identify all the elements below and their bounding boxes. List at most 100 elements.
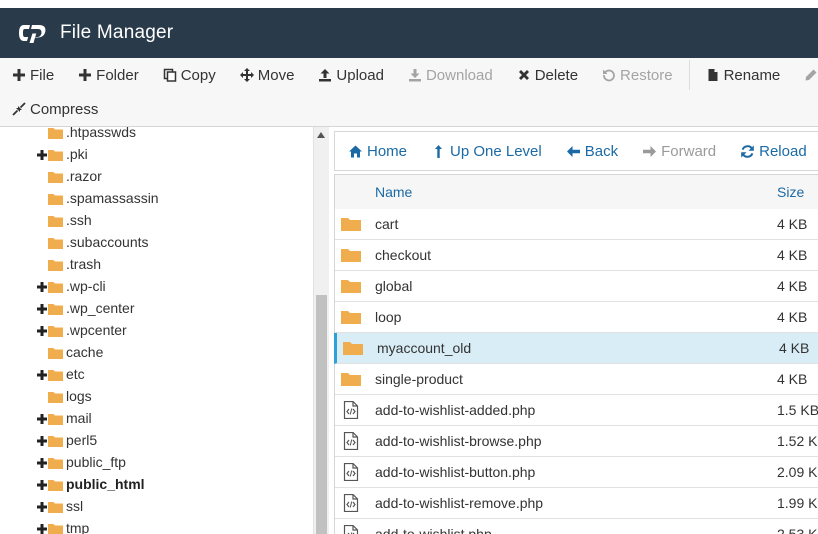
file-name[interactable]: global — [375, 271, 412, 301]
file-table: Name Size cart 4 KB checkout 4 KB global 4 KB… — [334, 174, 818, 534]
forward-label: Forward — [661, 142, 717, 160]
file-name[interactable]: add-to-wishlist-button.php — [375, 457, 535, 487]
download-button[interactable]: Download — [396, 58, 505, 92]
tree-item[interactable]: public_ftp — [36, 451, 126, 473]
tree-item[interactable]: .trash — [48, 253, 101, 275]
file-size: 4 KB — [777, 247, 808, 263]
tree-item[interactable]: public_html — [36, 473, 145, 495]
home-button[interactable]: Home — [335, 132, 418, 170]
tree-item[interactable]: perl5 — [36, 429, 97, 451]
tree-item[interactable]: .pki — [36, 143, 88, 165]
expand-icon[interactable] — [36, 280, 48, 292]
copy-button[interactable]: Copy — [151, 58, 228, 92]
tree-item-label: logs — [66, 388, 92, 404]
scroll-up-icon[interactable] — [317, 132, 325, 138]
reload-button[interactable]: Reload — [727, 132, 818, 170]
table-header: Name Size — [335, 174, 818, 210]
expand-icon[interactable] — [36, 478, 48, 490]
top-strip — [0, 0, 818, 8]
file-name[interactable]: myaccount_old — [377, 333, 471, 363]
table-row[interactable]: add-to-wishlist-remove.php 1.99 K — [335, 488, 818, 519]
table-row[interactable]: checkout 4 KB — [335, 240, 818, 271]
tree-item[interactable]: mail — [36, 407, 92, 429]
forward-button[interactable]: Forward — [629, 132, 727, 170]
file-name[interactable]: add-to-wishlist-browse.php — [375, 426, 542, 456]
new-file-button[interactable]: File — [0, 58, 66, 92]
file-name[interactable]: cart — [375, 209, 398, 239]
delete-button[interactable]: Delete — [505, 58, 590, 92]
file-name[interactable]: checkout — [375, 240, 431, 270]
folder-icon — [342, 339, 364, 357]
tree-item[interactable]: ssl — [36, 495, 83, 517]
new-file-label: File — [30, 66, 55, 84]
code-file-icon — [340, 524, 362, 534]
expand-icon[interactable] — [36, 522, 48, 534]
up-one-level-label: Up One Level — [450, 142, 542, 160]
table-row[interactable]: myaccount_old 4 KB — [334, 333, 818, 364]
scrollbar-thumb[interactable] — [316, 295, 327, 534]
tree-item[interactable]: .wp_center — [36, 297, 134, 319]
size-column-header[interactable]: Size — [777, 175, 804, 209]
upload-icon — [318, 68, 332, 82]
cpanel-logo-icon — [19, 25, 46, 43]
table-row[interactable]: single-product 4 KB — [335, 364, 818, 395]
rename-label: Rename — [723, 66, 781, 84]
download-label: Download — [425, 66, 493, 84]
tree-item[interactable]: tmp — [36, 517, 89, 534]
file-name[interactable]: add-to-wishlist-added.php — [375, 395, 535, 425]
tree-item[interactable]: .wpcenter — [36, 319, 127, 341]
table-row[interactable]: add-to-wishlist.php 2.53 K — [335, 519, 818, 534]
table-row[interactable]: loop 4 KB — [335, 302, 818, 333]
tree-item-label: .htpasswds — [66, 127, 137, 140]
tree-scrollbar[interactable] — [313, 127, 329, 534]
tree-item[interactable]: .htpasswds — [48, 127, 136, 143]
file-name[interactable]: loop — [375, 302, 401, 332]
back-button[interactable]: Back — [553, 132, 629, 170]
expand-icon[interactable] — [36, 148, 48, 160]
tree-item[interactable]: cache — [48, 341, 103, 363]
move-icon — [239, 68, 254, 82]
file-name[interactable]: add-to-wishlist.php — [375, 519, 492, 534]
tree-item-label: .razor — [66, 168, 102, 184]
new-folder-button[interactable]: Folder — [66, 58, 151, 92]
table-row[interactable]: add-to-wishlist-added.php 1.5 KB — [335, 395, 818, 426]
folder-icon — [340, 308, 362, 326]
toolbar: File Folder Copy Move Upload Download De… — [0, 58, 818, 127]
tree-item[interactable]: .razor — [48, 165, 102, 187]
expand-icon[interactable] — [36, 324, 48, 336]
upload-label: Upload — [336, 66, 384, 84]
tree-item-label: public_ftp — [66, 454, 126, 470]
code-file-icon — [340, 400, 362, 420]
expand-icon[interactable] — [36, 412, 48, 424]
restore-button[interactable]: Restore — [590, 58, 685, 92]
rename-button[interactable]: Rename — [694, 58, 793, 92]
back-label: Back — [584, 142, 619, 160]
expand-icon[interactable] — [36, 434, 48, 446]
up-one-level-button[interactable]: Up One Level — [418, 132, 553, 170]
new-folder-label: Folder — [96, 66, 139, 84]
tree-item-label: .wp_center — [66, 300, 135, 316]
expand-icon[interactable] — [36, 500, 48, 512]
table-row[interactable]: add-to-wishlist-button.php 2.09 K — [335, 457, 818, 488]
expand-icon[interactable] — [36, 456, 48, 468]
expand-icon[interactable] — [36, 302, 48, 314]
table-row[interactable]: global 4 KB — [335, 271, 818, 302]
upload-button[interactable]: Upload — [306, 58, 396, 92]
table-row[interactable]: add-to-wishlist-browse.php 1.52 K — [335, 426, 818, 457]
file-name[interactable]: single-product — [375, 364, 463, 394]
tree-item[interactable]: etc — [36, 363, 85, 385]
table-row[interactable]: cart 4 KB — [335, 209, 818, 240]
compress-button[interactable]: Compress — [0, 92, 110, 126]
file-name[interactable]: add-to-wishlist-remove.php — [375, 488, 543, 518]
folder-icon — [48, 434, 63, 447]
expand-icon[interactable] — [36, 368, 48, 380]
tree-item[interactable]: .wp-cli — [36, 275, 106, 297]
tree-item[interactable]: .spamassassin — [48, 187, 159, 209]
tree-item[interactable]: .subaccounts — [48, 231, 149, 253]
tree-item[interactable]: .ssh — [48, 209, 92, 231]
tree-item[interactable]: logs — [48, 385, 92, 407]
name-column-header[interactable]: Name — [375, 175, 412, 209]
move-button[interactable]: Move — [228, 58, 307, 92]
edit-button[interactable]: E — [792, 58, 818, 92]
compress-label: Compress — [30, 100, 99, 118]
